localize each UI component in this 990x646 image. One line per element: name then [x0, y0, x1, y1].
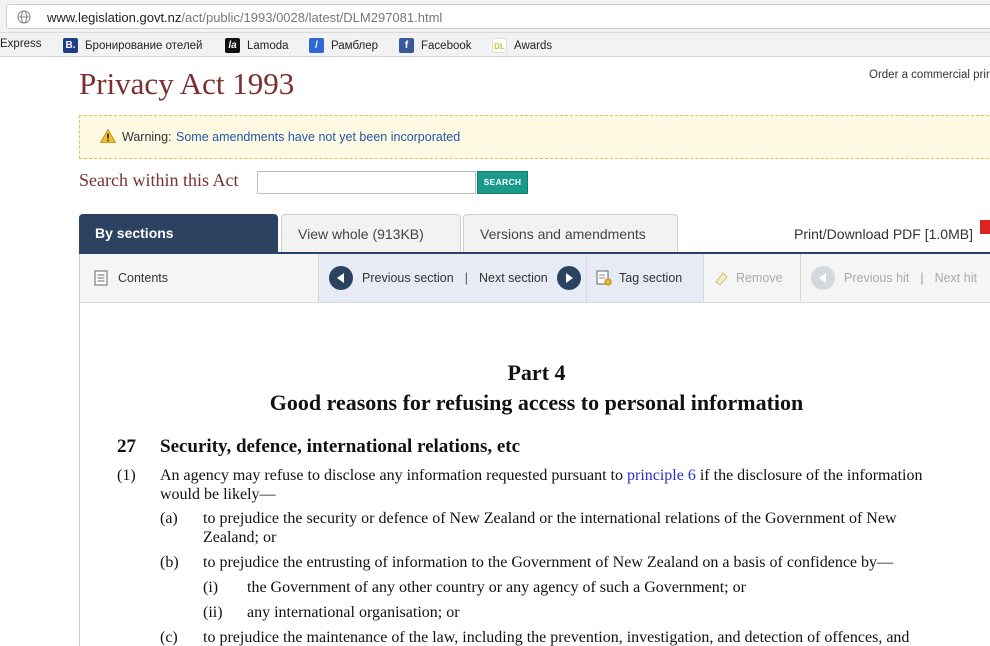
- awards-icon: DL: [492, 38, 507, 53]
- pdf-icon: [980, 220, 990, 234]
- previous-hit-button[interactable]: Previous hit: [844, 271, 909, 285]
- url-field[interactable]: www.legislation.govt.nz/act/public/1993/…: [6, 4, 990, 29]
- previous-section-icon[interactable]: [329, 266, 353, 290]
- tab-view-whole[interactable]: View whole (913KB): [281, 214, 461, 252]
- tag-icon: [596, 270, 612, 286]
- nav-separator: |: [464, 271, 468, 285]
- paragraph-a-text-line2: Zealand; or: [203, 529, 277, 546]
- bookmark-label: Facebook: [421, 39, 472, 52]
- subparagraph-number: (ii): [203, 604, 223, 621]
- globe-icon: [17, 10, 31, 24]
- next-section-icon[interactable]: [556, 266, 581, 290]
- paragraph-a-text: to prejudice the security or defence of …: [203, 510, 897, 527]
- bookmark-label: Lamoda: [247, 39, 289, 52]
- toolbar-divider: [800, 254, 801, 302]
- amendments-link[interactable]: Some amendments have not yet been incorp…: [176, 130, 460, 144]
- bookmark-lamoda[interactable]: la Lamoda: [225, 38, 289, 53]
- bookmark-label: Express: [0, 38, 42, 50]
- search-label: Search within this Act: [79, 170, 239, 190]
- subparagraph-i-text: the Government of any other country or a…: [247, 579, 746, 596]
- hit-separator: |: [920, 271, 924, 285]
- eraser-icon: [715, 272, 728, 286]
- next-section-button[interactable]: Next section: [479, 271, 548, 285]
- tab-by-sections[interactable]: By sections: [79, 214, 278, 252]
- contents-icon: [94, 270, 108, 286]
- bookmark-awards[interactable]: DL Awards: [492, 38, 552, 53]
- previous-hit-icon[interactable]: [811, 266, 835, 290]
- bookmark-label: Awards: [514, 39, 553, 52]
- remove-button[interactable]: Remove: [704, 254, 800, 302]
- warning-icon: [100, 129, 116, 143]
- bookmark-facebook[interactable]: f Facebook: [399, 38, 472, 53]
- remove-label: Remove: [736, 271, 783, 285]
- bookmark-rambler[interactable]: / Рамблер: [309, 38, 378, 53]
- warning-label: Warning:: [122, 130, 172, 144]
- tag-section-label: Tag section: [619, 271, 683, 285]
- subsection-text-line2: would be likely—: [160, 486, 276, 503]
- paragraph-number: (b): [160, 554, 179, 571]
- url-text: www.legislation.govt.nz/act/public/1993/…: [47, 10, 442, 25]
- tab-versions-amendments[interactable]: Versions and amendments: [463, 214, 678, 252]
- part-heading: Part 4: [507, 360, 566, 385]
- content-left-border: [79, 303, 80, 646]
- subparagraph-ii-text: any international organisation; or: [247, 604, 460, 621]
- page-title: Privacy Act 1993: [79, 66, 295, 101]
- search-button[interactable]: SEARCH: [477, 171, 528, 194]
- paragraph-number: (a): [160, 510, 178, 527]
- warning-banner: Warning: Some amendments have not yet be…: [79, 115, 990, 159]
- principle-6-link[interactable]: principle 6: [627, 467, 696, 484]
- booking-icon: B.: [63, 38, 78, 53]
- bookmark-booking[interactable]: B. Бронирование отелей: [63, 38, 202, 53]
- next-hit-button[interactable]: Next hit: [935, 271, 977, 285]
- url-host: www.legislation.govt.nz: [47, 10, 182, 25]
- subsection-number: (1): [117, 467, 136, 484]
- contents-button[interactable]: Contents: [80, 254, 318, 302]
- paragraph-c-text: to prejudice the maintenance of the law,…: [203, 629, 910, 646]
- print-download-pdf-link[interactable]: Print/Download PDF [1.0MB]: [794, 226, 973, 242]
- rambler-icon: /: [309, 38, 324, 53]
- subsection-text-before: An agency may refuse to disclose any inf…: [160, 467, 623, 484]
- section-toolbar: Contents Previous section | Next section…: [79, 254, 990, 303]
- subparagraph-number: (i): [203, 579, 219, 596]
- previous-section-button[interactable]: Previous section: [362, 271, 454, 285]
- section-title: Security, defence, international relatio…: [160, 436, 521, 457]
- paragraph-b-text: to prejudice the entrusting of informati…: [203, 554, 894, 571]
- contents-label: Contents: [118, 271, 169, 285]
- paragraph-number: (c): [160, 629, 178, 646]
- search-input[interactable]: [257, 171, 476, 194]
- part-title: Good reasons for refusing access to pers…: [269, 390, 804, 415]
- browser-address-bar: www.legislation.govt.nz/act/public/1993/…: [0, 0, 990, 33]
- bookmark-label: Рамблер: [331, 39, 379, 52]
- url-path: /act/public/1993/0028/latest/DLM297081.h…: [181, 10, 443, 25]
- bookmark-express[interactable]: Express: [0, 38, 42, 50]
- bookmarks-bar: Express B. Бронирование отелей la Lamoda…: [0, 33, 990, 57]
- tag-section-button[interactable]: Tag section: [587, 254, 703, 302]
- subsection-text-after: if the disclosure of the information: [699, 467, 923, 484]
- subsection-text: An agency may refuse to disclose any inf…: [160, 466, 922, 485]
- section-navigation: Previous section | Next section: [319, 254, 586, 302]
- lamoda-icon: la: [225, 38, 240, 53]
- section-number: 27: [117, 436, 136, 457]
- hit-navigation: Previous hit | Next hit: [803, 254, 990, 302]
- bookmark-label: Бронирование отелей: [85, 39, 203, 52]
- order-print-link[interactable]: Order a commercial prin: [869, 69, 990, 81]
- facebook-icon: f: [399, 38, 414, 53]
